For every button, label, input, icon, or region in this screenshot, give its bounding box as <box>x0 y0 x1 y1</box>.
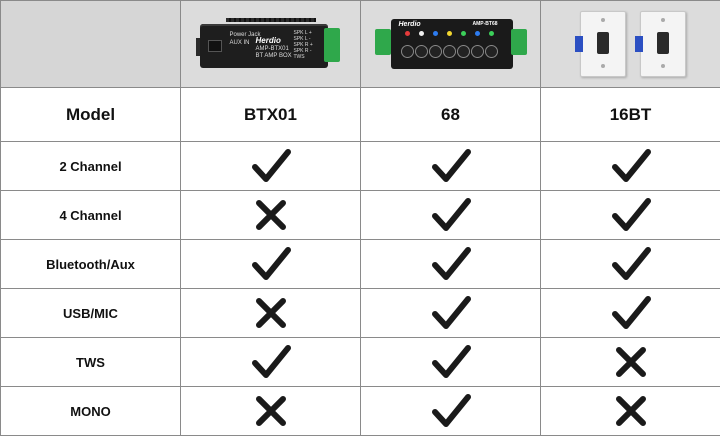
feature-row: MONO <box>1 387 720 436</box>
feature-label: TWS <box>1 338 181 387</box>
check-icon <box>431 391 471 431</box>
speaker-terminal-icon <box>324 28 340 62</box>
btx01-spk-labels: SPK L + SPK L - SPK R + SPK R - TWS <box>294 30 313 60</box>
model-value-16bt: 16BT <box>541 88 720 142</box>
btx01-aux-label: AUX IN <box>230 40 250 47</box>
cross-icon <box>251 391 291 431</box>
feature-row: 2 Channel <box>1 142 720 191</box>
product-image-68: Herdio AMP-BT68 <box>361 1 541 88</box>
check-icon <box>251 244 291 284</box>
btx01-model-text: AMP-BTX01 <box>256 46 289 53</box>
left-terminal-icon <box>375 29 391 55</box>
feature-cell-68 <box>361 142 541 191</box>
feature-cell-68 <box>361 240 541 289</box>
blue-connector-icon-2 <box>635 36 643 52</box>
feature-cell-16bt <box>541 289 720 338</box>
feature-cell-16bt <box>541 338 720 387</box>
cross-icon <box>611 391 651 431</box>
feature-cell-btx01 <box>181 191 361 240</box>
feature-cell-btx01 <box>181 338 361 387</box>
check-icon <box>431 195 471 235</box>
feature-row: TWS <box>1 338 720 387</box>
check-icon <box>611 293 651 333</box>
feature-cell-btx01 <box>181 142 361 191</box>
feature-label: 2 Channel <box>1 142 181 191</box>
comparison-table: Power Jack AUX IN Herdio AMP-BTX01 BT AM… <box>0 0 720 436</box>
feature-cell-btx01 <box>181 240 361 289</box>
feature-label: MONO <box>1 387 181 436</box>
feature-cell-68 <box>361 338 541 387</box>
check-icon <box>431 293 471 333</box>
feature-cell-68 <box>361 191 541 240</box>
check-icon <box>611 195 651 235</box>
cross-icon <box>251 293 291 333</box>
feature-row: USB/MIC <box>1 289 720 338</box>
feature-cell-btx01 <box>181 387 361 436</box>
btx01-amp-box-image: Power Jack AUX IN Herdio AMP-BTX01 BT AM… <box>196 14 346 74</box>
model-row: Model BTX01 68 16BT <box>1 88 720 142</box>
cross-icon <box>251 195 291 235</box>
feature-cell-16bt <box>541 191 720 240</box>
feature-row: 4 Channel <box>1 191 720 240</box>
feature-cell-68 <box>361 289 541 338</box>
model-label: Model <box>1 88 181 142</box>
check-icon <box>251 146 291 186</box>
header-row: Power Jack AUX IN Herdio AMP-BTX01 BT AM… <box>1 1 720 88</box>
feature-cell-16bt <box>541 387 720 436</box>
model-value-btx01: BTX01 <box>181 88 361 142</box>
16bt-wall-plates-image <box>556 9 706 79</box>
check-icon <box>431 342 471 382</box>
header-blank-cell <box>1 1 181 88</box>
feature-cell-btx01 <box>181 289 361 338</box>
check-icon <box>611 244 651 284</box>
68-model-text: AMP-BT68 <box>473 21 498 27</box>
model-value-68: 68 <box>361 88 541 142</box>
product-image-btx01: Power Jack AUX IN Herdio AMP-BTX01 BT AM… <box>181 1 361 88</box>
check-icon <box>431 244 471 284</box>
feature-label: Bluetooth/Aux <box>1 240 181 289</box>
product-image-16bt <box>541 1 720 88</box>
blue-connector-icon <box>575 36 583 52</box>
check-icon <box>251 342 291 382</box>
68-amp-panel-image: Herdio AMP-BT68 <box>371 13 531 75</box>
feature-cell-68 <box>361 387 541 436</box>
right-terminal-icon <box>511 29 527 55</box>
68-brand-logo: Herdio <box>399 21 421 28</box>
feature-label: USB/MIC <box>1 289 181 338</box>
btx01-box-text: BT AMP BOX <box>256 53 292 60</box>
feature-cell-16bt <box>541 142 720 191</box>
btx01-brand-logo: Herdio <box>256 36 281 45</box>
cross-icon <box>611 342 651 382</box>
power-jack-icon <box>208 40 222 52</box>
feature-cell-16bt <box>541 240 720 289</box>
check-icon <box>431 146 471 186</box>
check-icon <box>611 146 651 186</box>
feature-rows: 2 Channel4 ChannelBluetooth/AuxUSB/MICTW… <box>1 142 720 436</box>
feature-label: 4 Channel <box>1 191 181 240</box>
feature-row: Bluetooth/Aux <box>1 240 720 289</box>
